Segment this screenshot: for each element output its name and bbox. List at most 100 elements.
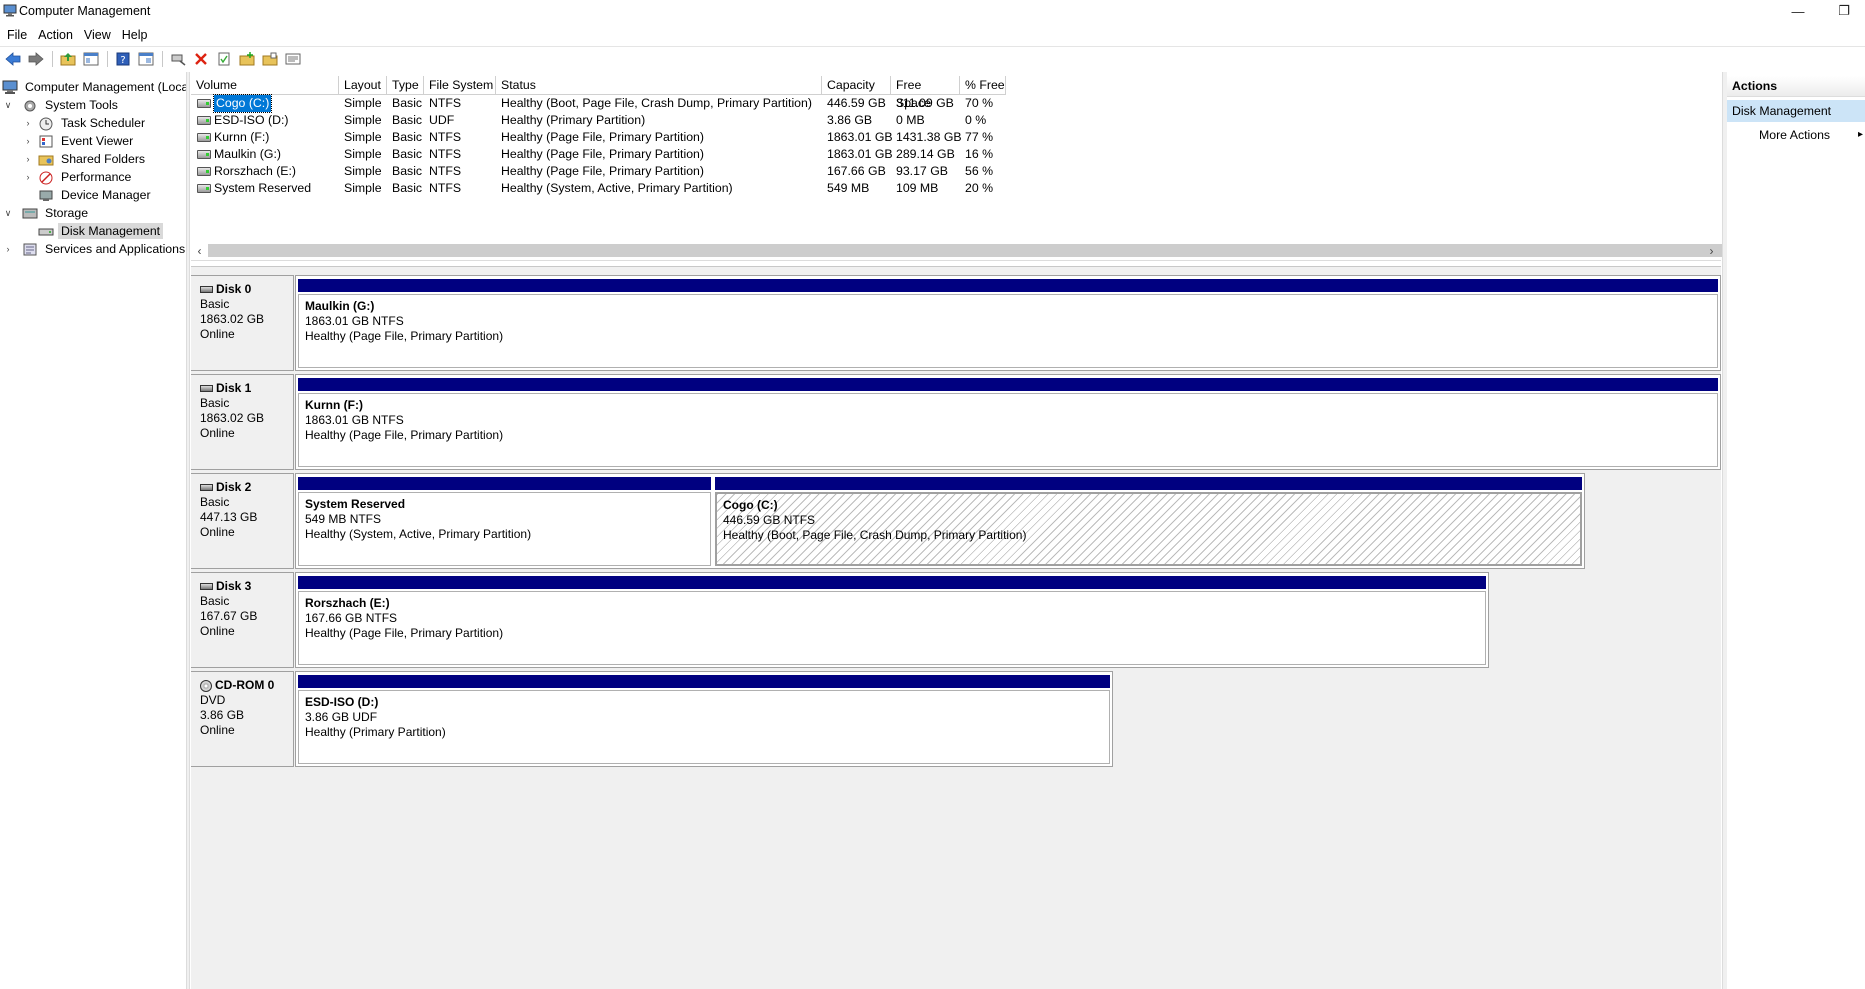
column-header-volume[interactable]: Volume: [191, 76, 339, 95]
chevron-right-icon[interactable]: ›: [22, 154, 34, 164]
scroll-right-icon[interactable]: ›: [1703, 242, 1720, 259]
volume-name[interactable]: Maulkin (G:): [214, 146, 281, 163]
volume-name[interactable]: Kurnn (F:): [214, 129, 269, 146]
volume-name[interactable]: Rorszhach (E:): [214, 163, 296, 180]
chevron-down-icon[interactable]: ∨: [2, 208, 14, 219]
column-header-capacity[interactable]: Capacity: [822, 76, 891, 95]
up-folder-icon[interactable]: [57, 49, 78, 69]
horizontal-scrollbar[interactable]: ‹ ›: [191, 242, 1842, 259]
show-hide-tree-icon[interactable]: [80, 49, 101, 69]
volume-name[interactable]: System Reserved: [214, 180, 311, 197]
menu-action[interactable]: Action: [34, 28, 80, 42]
tree-item-computer-management[interactable]: Computer Management (Local: [2, 78, 186, 96]
cell-percent-free: 0 %: [965, 113, 987, 127]
cell-layout: Simple: [344, 113, 382, 127]
partition-body[interactable]: Rorszhach (E:) 167.66 GB NTFS Healthy (P…: [298, 591, 1486, 665]
partition-esd-iso[interactable]: ESD-ISO (D:) 3.86 GB UDF Healthy (Primar…: [296, 672, 1112, 766]
chevron-right-icon[interactable]: ›: [22, 136, 34, 146]
column-header-status[interactable]: Status: [496, 76, 822, 95]
chevron-down-icon[interactable]: ∨: [2, 100, 14, 111]
partition-cogo[interactable]: Cogo (C:) 446.59 GB NTFS Healthy (Boot, …: [713, 474, 1584, 568]
disk-info-panel[interactable]: CD-ROM 0 DVD 3.86 GB Online: [191, 671, 294, 767]
partition-body[interactable]: Maulkin (G:) 1863.01 GB NTFS Healthy (Pa…: [298, 294, 1718, 368]
disk-size: 3.86 GB: [200, 708, 245, 722]
tree-item-disk-management[interactable]: Disk Management: [22, 222, 164, 240]
chevron-right-icon[interactable]: ›: [2, 244, 14, 254]
performance-icon: [38, 170, 54, 185]
delete-icon[interactable]: [190, 49, 211, 69]
partition-body-selected[interactable]: Cogo (C:) 446.59 GB NTFS Healthy (Boot, …: [715, 492, 1582, 566]
console-tree-icon[interactable]: [135, 49, 156, 69]
tree-item-storage[interactable]: ∨ Storage: [2, 204, 91, 222]
properties-icon[interactable]: [213, 49, 234, 69]
cell-free-space: 311.09 GB: [896, 96, 954, 110]
actions-section-disk-management[interactable]: Disk Management: [1727, 100, 1865, 122]
more-actions-link[interactable]: More Actions: [1727, 124, 1865, 146]
partition-body[interactable]: System Reserved 549 MB NTFS Healthy (Sys…: [298, 492, 711, 566]
open-folder-icon[interactable]: [259, 49, 280, 69]
partition-name: System Reserved: [305, 497, 406, 511]
tree-item-system-tools[interactable]: ∨ System Tools: [2, 96, 121, 114]
disk-partitions: ESD-ISO (D:) 3.86 GB UDF Healthy (Primar…: [295, 671, 1113, 767]
new-folder-icon[interactable]: [236, 49, 257, 69]
cell-status: Healthy (Page File, Primary Partition): [501, 130, 704, 144]
partition-body[interactable]: Kurnn (F:) 1863.01 GB NTFS Healthy (Page…: [298, 393, 1718, 467]
disk-info-panel[interactable]: Disk 2 Basic 447.13 GB Online: [191, 473, 294, 569]
scrollbar-thumb[interactable]: [208, 244, 1842, 257]
volume-name[interactable]: Cogo (C:): [212, 94, 273, 113]
column-header-percent-free[interactable]: % Free: [960, 76, 1006, 95]
column-header-file-system[interactable]: File System: [424, 76, 496, 95]
partition-rorszhach[interactable]: Rorszhach (E:) 167.66 GB NTFS Healthy (P…: [296, 573, 1488, 667]
partition-size: 167.66 GB NTFS: [305, 611, 398, 625]
tree-item-task-scheduler[interactable]: › Task Scheduler: [22, 114, 148, 132]
settings-list-icon[interactable]: [282, 49, 303, 69]
chevron-right-icon[interactable]: ›: [22, 172, 34, 182]
cell-layout: Simple: [344, 96, 382, 110]
tree-label: System Tools: [45, 98, 118, 112]
cell-type: Basic: [392, 130, 423, 144]
tree-item-performance[interactable]: › Performance: [22, 168, 134, 186]
back-icon[interactable]: [2, 49, 23, 69]
disk-info-panel[interactable]: Disk 1 Basic 1863.02 GB Online: [191, 374, 294, 470]
disk-partitions: Kurnn (F:) 1863.01 GB NTFS Healthy (Page…: [295, 374, 1721, 470]
menu-file[interactable]: File: [3, 28, 34, 42]
cell-layout: Simple: [344, 147, 382, 161]
tree-item-event-viewer[interactable]: › Event Viewer: [22, 132, 136, 150]
forward-icon[interactable]: [25, 49, 46, 69]
volume-name[interactable]: ESD-ISO (D:): [214, 112, 288, 129]
partition-status: Healthy (Page File, Primary Partition): [305, 329, 504, 343]
partition-system-reserved[interactable]: System Reserved 549 MB NTFS Healthy (Sys…: [296, 474, 713, 568]
chevron-right-icon[interactable]: ›: [22, 118, 34, 128]
shared-folder-icon: [38, 152, 54, 167]
column-header-free-space[interactable]: Free Space: [891, 76, 960, 110]
disk-row: Disk 0 Basic 1863.02 GB Online Maulkin (…: [191, 275, 1721, 371]
partition-kurnn[interactable]: Kurnn (F:) 1863.01 GB NTFS Healthy (Page…: [296, 375, 1720, 469]
restore-button[interactable]: ❐: [1821, 0, 1865, 22]
disk-type: Basic: [200, 297, 230, 311]
partition-maulkin[interactable]: Maulkin (G:) 1863.01 GB NTFS Healthy (Pa…: [296, 276, 1720, 370]
partition-bar: [298, 576, 1486, 589]
menu-help[interactable]: Help: [118, 28, 155, 42]
partition-bar: [298, 378, 1718, 391]
tree-item-services-applications[interactable]: › Services and Applications: [2, 240, 186, 258]
computer-management-icon: [3, 4, 17, 17]
column-header-layout[interactable]: Layout: [339, 76, 387, 95]
disk-size: 447.13 GB: [200, 510, 258, 524]
tree-label: Services and Applications: [45, 242, 186, 256]
minimize-button[interactable]: —: [1775, 0, 1821, 22]
partition-body[interactable]: ESD-ISO (D:) 3.86 GB UDF Healthy (Primar…: [298, 690, 1110, 764]
help-icon[interactable]: ?: [112, 49, 133, 69]
disk-info-panel[interactable]: Disk 0 Basic 1863.02 GB Online: [191, 275, 294, 371]
disk-row: CD-ROM 0 DVD 3.86 GB Online ESD-ISO (D:)…: [191, 671, 1113, 767]
partition-size: 549 MB NTFS: [305, 512, 382, 526]
column-header-type[interactable]: Type: [387, 76, 424, 95]
scroll-left-icon[interactable]: ‹: [191, 242, 208, 259]
tree-item-shared-folders[interactable]: › Shared Folders: [22, 150, 148, 168]
tree-item-device-manager[interactable]: Device Manager: [22, 186, 154, 204]
cell-capacity: 446.59 GB: [827, 96, 886, 110]
pane-splitter[interactable]: [186, 72, 190, 989]
device-manager-icon: [38, 188, 54, 203]
connect-icon[interactable]: [167, 49, 188, 69]
disk-info-panel[interactable]: Disk 3 Basic 167.67 GB Online: [191, 572, 294, 668]
menu-view[interactable]: View: [80, 28, 118, 42]
